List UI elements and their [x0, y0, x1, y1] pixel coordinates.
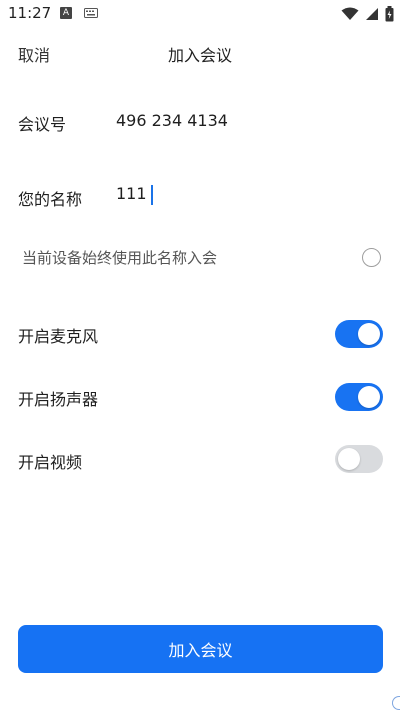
remember-name-label: 当前设备始终使用此名称入会: [22, 249, 218, 267]
meeting-id-label: 会议号: [18, 115, 67, 134]
meeting-id-value: 496 234 4134: [116, 111, 228, 130]
keyboard-icon: [84, 8, 98, 18]
floating-assist-icon[interactable]: [392, 696, 400, 710]
battery-icon: [385, 6, 394, 22]
header: 取消 加入会议: [0, 30, 400, 74]
microphone-label: 开启麦克风: [18, 327, 99, 346]
status-bar: 11:27 A: [0, 0, 400, 28]
page-title: 加入会议: [167, 46, 232, 65]
display-name-label: 您的名称: [18, 190, 83, 209]
text-caret: [151, 184, 154, 205]
video-label: 开启视频: [18, 453, 83, 472]
switch-knob: [338, 448, 360, 470]
display-name-field-wrap: [116, 184, 386, 208]
microphone-switch[interactable]: [335, 320, 383, 348]
switch-knob: [358, 386, 380, 408]
join-meeting-screen: 11:27 A 取消 加入会议 会议号 496 234 4134 您的名称 11…: [0, 0, 400, 711]
cellular-signal-icon: [366, 8, 378, 20]
video-switch[interactable]: [335, 445, 383, 473]
switch-knob: [358, 323, 380, 345]
remember-name-radio[interactable]: [362, 248, 381, 267]
display-name-input[interactable]: [116, 184, 146, 203]
speaker-label: 开启扬声器: [18, 390, 99, 409]
join-meeting-button[interactable]: 加入会议: [18, 625, 383, 673]
speaker-switch[interactable]: [335, 383, 383, 411]
wifi-icon: [341, 7, 359, 20]
status-icons: [341, 6, 394, 22]
notification-a-icon: A: [60, 7, 72, 19]
status-time: 11:27: [8, 4, 52, 22]
